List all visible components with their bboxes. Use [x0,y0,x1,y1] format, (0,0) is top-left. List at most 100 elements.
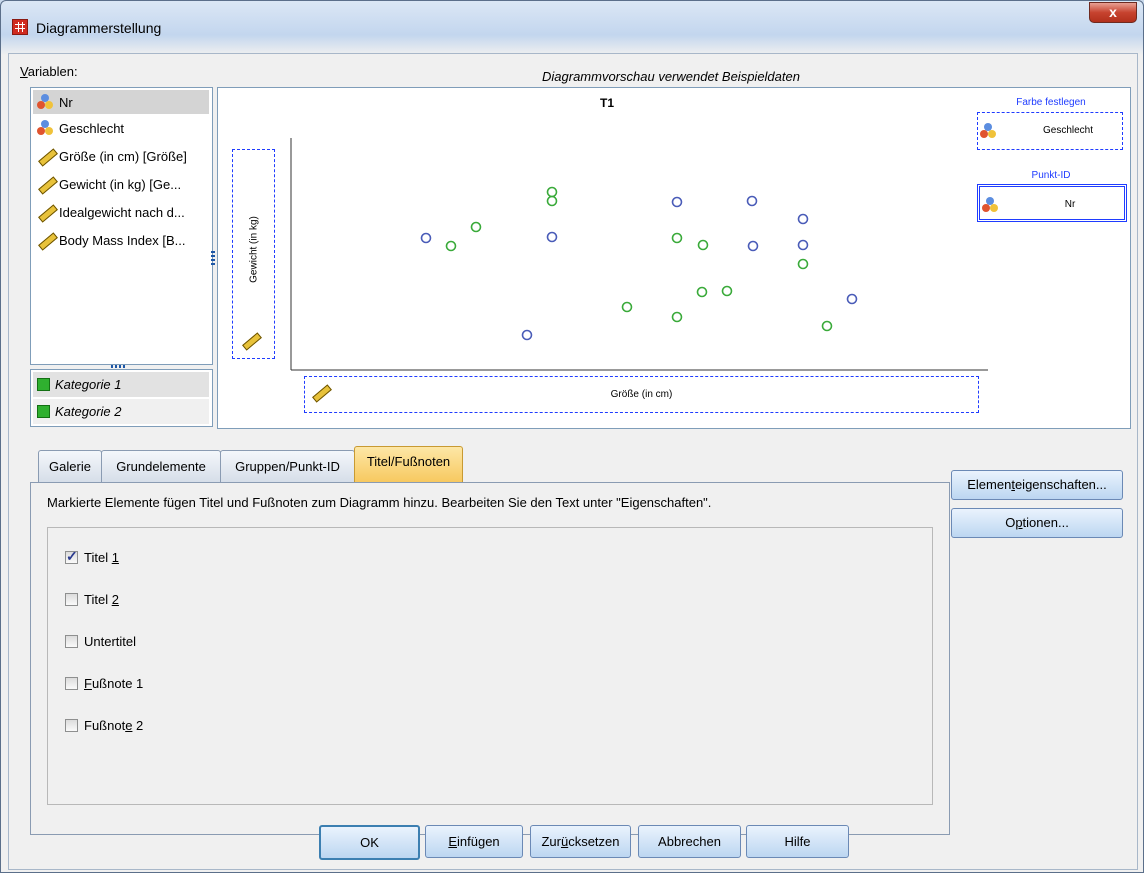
option-fussnote-1[interactable]: Fußnote 1 [65,674,143,692]
pointid-drop-zone[interactable]: Nr [977,184,1127,222]
pointid-zone-value: Nr [1064,199,1076,210]
option-fussnote-2[interactable]: Fußnote 2 [65,716,143,734]
y-axis-drop-zone[interactable]: Gewicht (in kg) [232,149,275,359]
pointid-zone-title: Punkt-ID [1031,170,1071,181]
option-label: Fußnote 1 [84,675,144,691]
grid-category-icon [37,405,50,418]
nominal-icon [37,119,55,137]
scatter-point [797,258,809,270]
panel-splitter-handle[interactable] [211,251,215,265]
scale-ruler-icon [37,231,58,251]
categories-list[interactable]: Kategorie 1 Kategorie 2 [30,369,213,427]
scale-ruler-icon [242,332,262,351]
y-axis-label: Gewicht (in kg) [248,216,260,283]
scatter-point [696,286,708,298]
checkbox[interactable] [65,548,78,565]
variables-list[interactable]: Nr Geschlecht Größe (in cm) [Größe] Gewi… [30,87,213,365]
scatter-point [721,285,733,297]
scale-ruler-icon [37,203,58,223]
reset-button[interactable]: Zurücksetzen [530,825,631,858]
variable-label: Größe (in cm) [Größe] [59,148,187,164]
x-axis-drop-zone[interactable]: Größe (in cm) [304,376,979,413]
variable-label: Gewicht (in kg) [Ge... [59,176,182,192]
variable-item-geschlecht[interactable]: Geschlecht [33,116,209,140]
scatter-point [746,195,758,207]
scatter-point [697,239,709,251]
tab-description: Markierte Elemente fügen Titel und Fußno… [47,495,712,510]
close-button[interactable]: x [1089,2,1137,23]
list-splitter-handle[interactable] [111,365,125,368]
option-label: Untertitel [84,633,137,649]
variables-label: Variablen: [20,64,78,79]
nominal-icon [37,93,55,111]
option-label: Titel 2 [84,591,119,607]
category-label: Kategorie 1 [55,377,122,392]
scatter-point [797,213,809,225]
dialog-window: Diagrammerstellung x Variablen: Nr Gesch… [0,0,1144,873]
category-item[interactable]: Kategorie 1 [33,372,209,397]
tab-grundelemente[interactable]: Grundelemente [101,450,221,483]
scatter-point [445,240,457,252]
nominal-icon [980,122,998,140]
option-untertitel[interactable]: Untertitel [65,632,136,650]
scale-ruler-icon [37,175,58,195]
element-properties-button[interactable]: Elementeigenschaften... [951,470,1123,500]
x-axis-label: Größe (in cm) [610,389,673,400]
checkbox[interactable] [65,718,78,732]
cancel-button[interactable]: Abbrechen [638,825,741,858]
checkbox[interactable] [65,676,78,690]
dialog-client-area: Variablen: Nr Geschlecht Größe (in cm) [… [8,53,1138,870]
nominal-icon [982,196,1000,214]
color-drop-zone[interactable]: Geschlecht [977,112,1123,150]
variable-label: Idealgewicht nach d... [59,204,185,220]
scatter-point [671,232,683,244]
scatter-point [621,301,633,313]
scatter-point [821,320,833,332]
variable-item-gewicht[interactable]: Gewicht (in kg) [Ge... [33,172,209,196]
scatter-point [797,239,809,251]
ok-button[interactable]: OK [319,825,420,860]
title-options-group: Titel 1 Titel 2 Untertitel Fußnote 1 Fuß… [47,527,933,805]
variable-item-bmi[interactable]: Body Mass Index [B... [33,228,209,252]
scatter-point [521,329,533,341]
scatter-point [546,195,558,207]
insert-button[interactable]: Einfügen [425,825,523,858]
variable-label: Body Mass Index [B... [59,232,186,248]
chart-builder-app-icon [12,19,28,35]
tab-panel-titel-fussnoten: Markierte Elemente fügen Titel und Fußno… [30,482,950,835]
scale-ruler-icon [37,147,58,167]
scatter-point [846,293,858,305]
preview-caption: Diagrammvorschau verwendet Beispieldaten [542,69,800,84]
color-zone-value: Geschlecht [1042,125,1094,136]
variable-label: Geschlecht [59,120,125,136]
variable-item-groesse[interactable]: Größe (in cm) [Größe] [33,144,209,168]
category-item[interactable]: Kategorie 2 [33,399,209,424]
variable-item-idealgewicht[interactable]: Idealgewicht nach d... [33,200,209,224]
option-titel-2[interactable]: Titel 2 [65,590,119,608]
scatter-point [420,232,432,244]
category-label: Kategorie 2 [55,404,122,419]
scatter-point [671,311,683,323]
option-label: Fußnote 2 [84,717,144,733]
checkbox[interactable] [65,634,78,648]
color-zone-title: Farbe festlegen [1016,97,1086,108]
tab-galerie[interactable]: Galerie [38,450,102,483]
tab-titel-fussnoten[interactable]: Titel/Fußnoten [354,446,463,483]
variable-label: Nr [59,94,73,110]
help-button[interactable]: Hilfe [746,825,849,858]
window-title: Diagrammerstellung [36,20,162,36]
scatter-point [747,240,759,252]
scatter-point [546,186,558,198]
checkbox[interactable] [65,592,78,606]
variable-item-nr[interactable]: Nr [33,90,209,114]
chart-preview-canvas[interactable]: T1 Gewicht (in kg) Größe (in cm) Farbe f… [217,87,1131,429]
options-button[interactable]: Optionen... [951,508,1123,538]
tab-gruppen-punkt-id[interactable]: Gruppen/Punkt-ID [220,450,355,483]
scatter-point [671,196,683,208]
grid-category-icon [37,378,50,391]
option-titel-1[interactable]: Titel 1 [65,548,119,566]
scatter-point [470,221,482,233]
scatter-point [546,231,558,243]
option-label: Titel 1 [84,549,119,565]
title-bar: Diagrammerstellung x [1,1,1143,53]
